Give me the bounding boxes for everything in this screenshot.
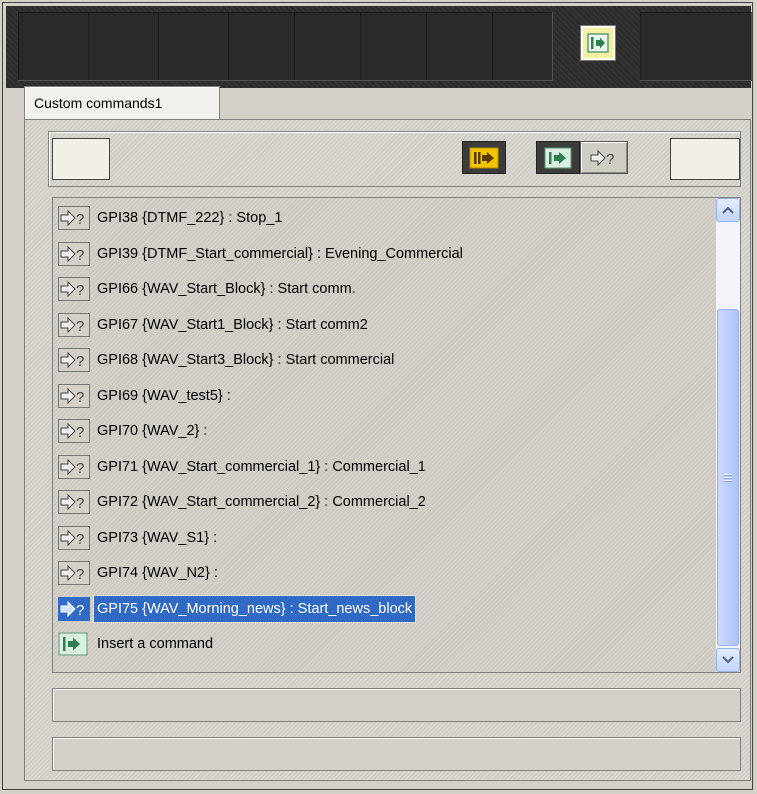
left-value-box[interactable] bbox=[52, 138, 110, 180]
list-item[interactable]: ? GPI73 {WAV_S1} : bbox=[58, 524, 220, 552]
list-item-label: GPI72 {WAV_Start_commercial_2} : Commerc… bbox=[97, 494, 426, 510]
list-item-label: GPI73 {WAV_S1} : bbox=[97, 529, 218, 546]
svg-text:?: ? bbox=[76, 282, 84, 299]
list-item-label: Insert a command bbox=[97, 636, 214, 652]
svg-text:?: ? bbox=[76, 566, 84, 583]
list-item-label: GPI39 {DTMF_Start_commercial} : Evening_… bbox=[97, 245, 463, 262]
svg-text:?: ? bbox=[76, 602, 84, 619]
toolbar-slot[interactable] bbox=[88, 12, 159, 81]
send-command-icon bbox=[587, 33, 609, 53]
insert-command-row[interactable]: Insert a command bbox=[58, 630, 216, 658]
list-item-label: GPI67 {WAV_Start1_Block} : Start comm2 bbox=[97, 316, 368, 333]
list-item[interactable]: ? GPI71 {WAV_Start_commercial_1} : Commer… bbox=[58, 453, 429, 481]
execute-button[interactable] bbox=[536, 141, 580, 174]
query-command-icon: ? bbox=[58, 490, 90, 514]
list-item-label: GPI69 {WAV_test5} : bbox=[97, 387, 231, 404]
svg-text:?: ? bbox=[76, 531, 84, 548]
list-item[interactable]: ? GPI74 {WAV_N2} : bbox=[58, 559, 221, 587]
list-item-label: GPI38 {DTMF_222} : Stop_1 bbox=[97, 210, 283, 226]
list-item[interactable]: ? GPI67 {WAV_Start1_Block} : Start comm2 bbox=[58, 311, 371, 339]
query-command-icon: ? bbox=[58, 419, 90, 443]
grip-icon bbox=[724, 472, 732, 483]
list-item[interactable]: ? GPI70 {WAV_2} : bbox=[58, 417, 210, 445]
right-value-box[interactable] bbox=[670, 138, 740, 180]
chevron-down-icon bbox=[722, 656, 734, 664]
svg-text:?: ? bbox=[76, 389, 84, 406]
list-item-label: GPI74 {WAV_N2} : bbox=[97, 565, 218, 581]
list-item[interactable]: ? GPI69 {WAV_test5} : bbox=[58, 382, 234, 410]
execute-all-icon bbox=[469, 147, 499, 168]
insert-command-icon bbox=[58, 632, 90, 656]
execute-all-button[interactable] bbox=[462, 141, 506, 174]
tab-label: Custom commands1 bbox=[34, 95, 163, 111]
list-item[interactable]: ? GPI72 {WAV_Start_commercial_2} : Commer… bbox=[58, 488, 429, 516]
query-command-icon: ? bbox=[58, 348, 90, 372]
svg-text:?: ? bbox=[76, 211, 84, 228]
toolbar-slot[interactable] bbox=[294, 12, 361, 81]
tab-custom-commands[interactable]: Custom commands1 bbox=[24, 86, 220, 120]
query-command-icon: ? bbox=[58, 277, 90, 301]
execute-icon bbox=[544, 147, 572, 168]
list-item-label: GPI75 {WAV_Morning_news} : Start_news_bl… bbox=[92, 594, 417, 623]
toolbar-slot[interactable] bbox=[158, 12, 229, 81]
toolbar-slot[interactable] bbox=[640, 12, 752, 81]
query-command-icon: ? bbox=[58, 383, 90, 408]
list-item[interactable]: ? GPI68 {WAV_Start3_Block} : Start commer… bbox=[58, 346, 397, 374]
scroll-thumb[interactable] bbox=[717, 309, 739, 646]
list-item-label: GPI68 {WAV_Start3_Block} : Start commerc… bbox=[97, 352, 395, 368]
toolbar-slot[interactable] bbox=[228, 12, 295, 81]
list-item-label: GPI71 {WAV_Start_commercial_1} : Commerc… bbox=[97, 458, 426, 475]
query-command-icon: ? bbox=[58, 525, 90, 550]
query-command-icon: ? bbox=[58, 312, 90, 337]
svg-text:?: ? bbox=[76, 353, 84, 370]
query-command-icon: ? bbox=[58, 241, 90, 266]
query-command-icon: ? bbox=[58, 596, 90, 621]
scroll-up-button[interactable] bbox=[716, 198, 740, 222]
list-item-label: GPI66 {WAV_Start_Block} : Start comm. bbox=[97, 281, 356, 297]
query-command-icon: ? bbox=[590, 149, 614, 168]
top-toolbar bbox=[6, 6, 752, 88]
list-item[interactable]: ? GPI38 {DTMF_222} : Stop_1 bbox=[58, 204, 285, 232]
message-field[interactable] bbox=[52, 737, 741, 771]
svg-text:?: ? bbox=[76, 318, 84, 335]
svg-text:?: ? bbox=[76, 247, 84, 264]
toolbar-slot[interactable] bbox=[492, 12, 553, 81]
query-command-icon: ? bbox=[58, 561, 90, 585]
vertical-scrollbar[interactable] bbox=[716, 198, 740, 672]
toolbar-slot[interactable] bbox=[360, 12, 427, 81]
send-command-button[interactable] bbox=[580, 25, 616, 61]
list-item-label: GPI70 {WAV_2} : bbox=[97, 423, 208, 439]
query-command-button[interactable]: ? bbox=[580, 141, 628, 174]
toolbar-slot[interactable] bbox=[426, 12, 493, 81]
list-item[interactable]: ? GPI75 {WAV_Morning_news} : Start_news_b… bbox=[58, 594, 417, 623]
toolbar-slot[interactable] bbox=[18, 12, 89, 81]
svg-text:?: ? bbox=[76, 460, 84, 477]
chevron-up-icon bbox=[722, 206, 734, 214]
svg-text:?: ? bbox=[76, 424, 84, 441]
query-command-icon: ? bbox=[58, 454, 90, 479]
svg-text:?: ? bbox=[76, 495, 84, 512]
command-toolbar bbox=[48, 131, 741, 187]
scroll-down-button[interactable] bbox=[716, 648, 740, 672]
list-item[interactable]: ? GPI39 {DTMF_Start_commercial} : Evening… bbox=[58, 240, 466, 268]
query-command-icon: ? bbox=[58, 206, 90, 230]
svg-text:?: ? bbox=[606, 151, 614, 168]
status-field[interactable] bbox=[52, 688, 741, 722]
list-item[interactable]: ? GPI66 {WAV_Start_Block} : Start comm. bbox=[58, 275, 359, 303]
